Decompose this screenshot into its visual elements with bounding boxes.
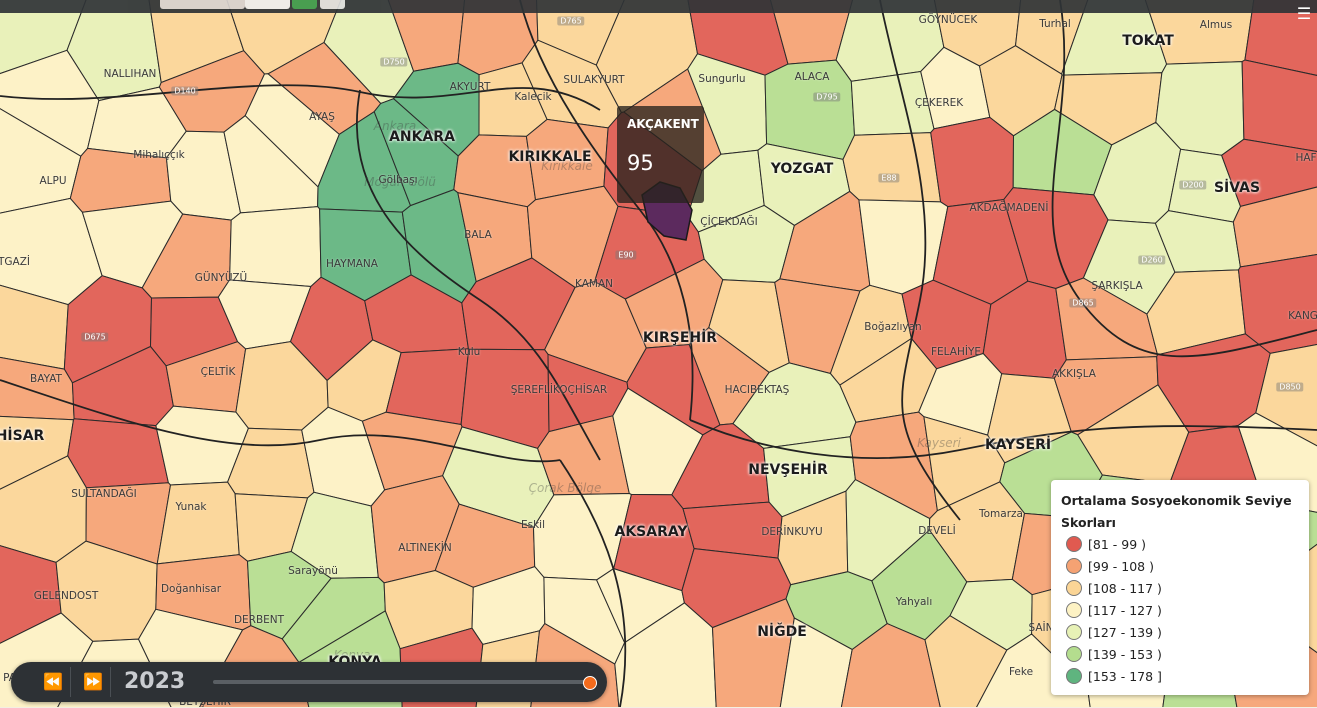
legend-item[interactable]: [81 - 99 ) [1066,533,1146,555]
legend-title: Ortalama Sosyoekonomik Seviye Skorları [1061,490,1305,534]
fast-forward-icon[interactable]: ⏩ [76,667,111,697]
toolbar-chip[interactable] [320,0,345,9]
legend-item-label: [99 - 108 ) [1088,559,1154,574]
toolbar-chip[interactable] [160,0,245,9]
toolbar-chip[interactable] [245,0,290,9]
legend-swatch [1066,668,1082,684]
timeline-track[interactable] [213,680,593,684]
district-area[interactable] [68,419,169,488]
legend-item[interactable]: [99 - 108 ) [1066,555,1154,577]
legend-item[interactable]: [153 - 178 ] [1066,665,1162,687]
timeline-knob[interactable] [583,676,597,690]
district-area[interactable] [851,72,934,136]
legend-item[interactable]: [139 - 153 ) [1066,643,1162,665]
tooltip-score-value: 95 [627,151,654,175]
legend-item-label: [81 - 99 ) [1088,537,1146,552]
time-slider-player: ⏪ ⏩ 2023 [11,662,607,702]
legend-item-label: [139 - 153 ) [1088,647,1162,662]
legend-swatch [1066,624,1082,640]
tooltip-district-name: AKÇAKENT [627,117,699,131]
district-area[interactable] [230,207,321,287]
map-legend: Ortalama Sosyoekonomik Seviye Skorları [… [1051,480,1309,695]
legend-swatch [1066,558,1082,574]
legend-item[interactable]: [117 - 127 ) [1066,599,1162,621]
legend-item-label: [127 - 139 ) [1088,625,1162,640]
legend-item[interactable]: [127 - 139 ) [1066,621,1162,643]
legend-item-label: [108 - 117 ) [1088,581,1162,596]
rewind-icon[interactable]: ⏪ [36,667,71,697]
district-tooltip: AKÇAKENT 95 [617,106,704,203]
legend-swatch [1066,536,1082,552]
legend-item-label: [117 - 127 ) [1088,603,1162,618]
toolbar-chip[interactable] [292,0,317,9]
legend-swatch [1066,580,1082,596]
district-area[interactable] [765,60,855,159]
district-area[interactable] [1242,60,1317,152]
district-area[interactable] [843,133,941,202]
legend-swatch [1066,602,1082,618]
top-toolbar [0,0,1317,13]
year-display: 2023 [124,666,185,698]
legend-item[interactable]: [108 - 117 ) [1066,577,1162,599]
legend-item-label: [153 - 178 ] [1088,669,1162,684]
hamburger-menu-icon[interactable]: ☰ [1293,4,1315,24]
district-area[interactable] [931,117,1014,206]
legend-swatch [1066,646,1082,662]
district-area[interactable] [157,482,239,564]
